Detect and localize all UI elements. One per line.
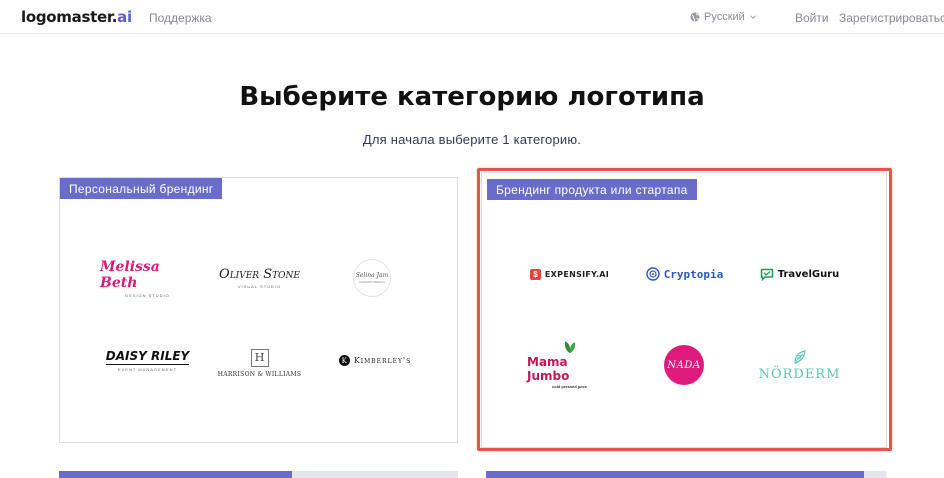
sample-logo-kimberleys: K Kimberley's xyxy=(330,348,420,373)
support-link[interactable]: Поддержка xyxy=(149,11,212,25)
cryptopia-icon xyxy=(645,267,660,281)
page-subtitle: Для начала выберите 1 категорию. xyxy=(362,132,582,147)
logo-subtext: VISUAL STUDIO xyxy=(237,284,282,289)
sample-logo-travelguru: TravelGuru xyxy=(757,261,842,287)
category-label-personal: Персональный брендинг xyxy=(60,178,223,199)
logo-text: Melissa Beth xyxy=(100,258,160,291)
logo-subtext: cold pressed juice xyxy=(552,384,587,389)
register-link[interactable]: Зарегистрироваться xyxy=(839,11,944,25)
sample-logo-oliver-stone: Oliver Stone VISUAL STUDIO xyxy=(212,258,307,298)
logo-ai-text: ai xyxy=(117,8,132,26)
category-label-product: Брендинг продукта или стартапа xyxy=(487,179,697,200)
next-card-tag-left[interactable] xyxy=(59,471,292,478)
feather-icon xyxy=(793,350,806,364)
sample-logo-expensify: $ EXPENSIFY.AI xyxy=(527,261,612,287)
sample-logo-selina-jam: Selina Jam FASHION DESIGN xyxy=(352,258,392,298)
logo-text: Mama Jumbo xyxy=(527,355,570,383)
language-label: Русский xyxy=(704,11,745,23)
logo-mark: H xyxy=(250,348,269,367)
next-card-right[interactable] xyxy=(864,471,887,478)
chevron-down-icon xyxy=(750,15,756,19)
logo-text: Cryptopia xyxy=(663,267,724,281)
sample-logo-melissa-beth: Melissa Beth DESIGN STUDIO xyxy=(100,258,195,298)
logo-subtext: DESIGN STUDIO xyxy=(125,292,170,298)
chat-bubble-icon xyxy=(760,268,773,281)
logo-subtext: FASHION DESIGN xyxy=(359,280,385,284)
logo-text: NÖRDERM xyxy=(758,367,841,382)
sample-logo-mama-jumbo: Mama Jumbo cold pressed juice xyxy=(527,339,612,389)
logo-text: DAISY RILEY xyxy=(105,349,190,365)
logo-text: Oliver Stone xyxy=(219,267,300,282)
sample-logo-harrison-williams: H HARRISON & WILLIAMS xyxy=(212,343,307,383)
category-card-product[interactable]: Брендинг продукта или стартапа $ EXPENSI… xyxy=(481,172,887,448)
logo-text: HARRISON & WILLIAMS xyxy=(217,370,302,378)
logo-text: TravelGuru xyxy=(777,268,840,280)
login-link[interactable]: Войти xyxy=(795,11,829,25)
logo-text: Selina Jam xyxy=(355,272,389,279)
logo-subtext: EVENT MANAGEMENT xyxy=(117,367,178,372)
top-navbar: logomaster.ai Поддержка Русский Войти За… xyxy=(0,0,944,34)
sample-logo-cryptopia: Cryptopia xyxy=(642,261,727,287)
logo-main-text: logomaster. xyxy=(21,8,118,26)
sample-logo-nada: NADA xyxy=(662,343,706,387)
next-card-tag-right[interactable] xyxy=(486,471,864,478)
logo-text: NADA xyxy=(664,345,704,385)
language-selector[interactable]: Русский xyxy=(690,11,757,23)
leaf-icon xyxy=(564,341,575,354)
logo-mark: K xyxy=(338,355,350,366)
dollar-icon: $ xyxy=(529,268,541,280)
page-title: Выберите категорию логотипа xyxy=(239,82,705,112)
logo-text: EXPENSIFY.AI xyxy=(544,269,610,279)
logo-text: Kimberley's xyxy=(353,356,412,365)
globe-icon xyxy=(690,12,700,22)
sample-logo-daisy-riley: DAISY RILEY EVENT MANAGEMENT xyxy=(100,343,195,378)
site-logo[interactable]: logomaster.ai xyxy=(21,8,132,26)
next-card-left[interactable] xyxy=(292,471,458,478)
sample-logo-norderm: NÖRDERM xyxy=(757,343,842,388)
category-card-personal[interactable]: Персональный брендинг Melissa Beth DESIG… xyxy=(59,177,458,443)
